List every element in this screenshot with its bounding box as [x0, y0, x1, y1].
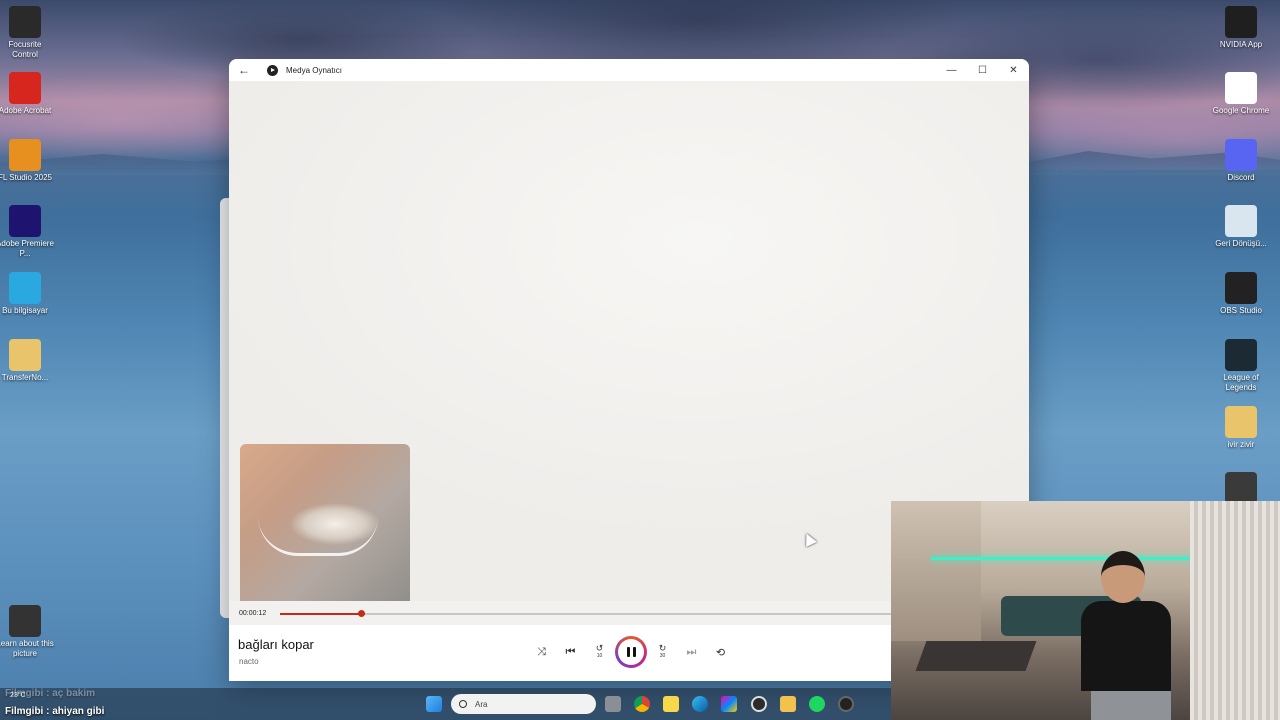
- playback-controls: ⤨ ⏮ ↺ 10 ↻ 30 ⏭ ⟲: [527, 636, 735, 668]
- desktop-shortcut-label: League of Legends: [1223, 373, 1259, 392]
- elapsed-time: 00:00:12: [239, 610, 267, 617]
- webcam-wall: [891, 501, 981, 641]
- album-art[interactable]: [240, 444, 410, 614]
- desktop-shortcut[interactable]: NVIDIA App: [1211, 6, 1271, 50]
- minimize-button[interactable]: —: [936, 59, 967, 81]
- desktop-shortcut-label: OBS Studio: [1220, 306, 1262, 315]
- chrome-icon: [1225, 72, 1257, 104]
- computer-icon: [9, 272, 41, 304]
- sticky-notes-icon[interactable]: [663, 696, 679, 712]
- stream-overlay-line-1: Filmgibi : aç bakim: [5, 688, 96, 699]
- spotify-icon[interactable]: [809, 696, 825, 712]
- rewind-icon: ↺: [595, 643, 604, 653]
- desktop-shortcut-label: TransferNo...: [1, 373, 49, 382]
- search-placeholder: Ara: [475, 699, 488, 709]
- desktop-shortcut[interactable]: League of Legends: [1211, 339, 1271, 393]
- desktop-shortcut-label: Adobe Premiere P...: [0, 239, 54, 258]
- edge-icon[interactable]: [692, 696, 708, 712]
- back-button[interactable]: ←: [229, 63, 259, 77]
- learn-icon: [9, 605, 41, 637]
- desktop-shortcut[interactable]: Google Chrome: [1211, 72, 1271, 116]
- repeat-button[interactable]: ⟲: [706, 636, 735, 668]
- desktop-shortcut-label: Discord: [1227, 173, 1255, 182]
- desktop-shortcut-label: Focusrite Control: [8, 40, 42, 59]
- song-title: bağları kopar: [238, 637, 314, 652]
- folder-icon: [1225, 406, 1257, 438]
- webcam-overlay: [891, 501, 1280, 720]
- pause-button[interactable]: [615, 636, 647, 668]
- desktop-shortcut-label: FL Studio 2025: [0, 173, 52, 182]
- search-icon: [459, 700, 467, 708]
- forward-label: 30: [659, 653, 666, 659]
- seek-thumb[interactable]: [358, 610, 365, 617]
- obs-icon: [1225, 272, 1257, 304]
- desktop-shortcut[interactable]: Focusrite Control: [0, 6, 55, 60]
- webcam-led-strip: [931, 557, 1221, 560]
- desktop-shortcut[interactable]: Adobe Premiere P...: [0, 205, 55, 259]
- media-player-logo-icon: [267, 64, 278, 76]
- desktop-shortcut-label: Adobe Acrobat: [0, 106, 52, 115]
- start-button-icon[interactable]: [426, 696, 442, 712]
- seek-bar[interactable]: [280, 610, 900, 617]
- next-button[interactable]: ⏭: [677, 636, 706, 668]
- maximize-button[interactable]: ☐: [967, 59, 998, 81]
- forward-icon: ↻: [658, 643, 667, 653]
- task-view-icon[interactable]: [605, 696, 621, 712]
- media-player-taskbar-icon[interactable]: [838, 696, 854, 712]
- pause-icon: [618, 639, 644, 665]
- desktop-shortcut[interactable]: Geri Dönüşü...: [1211, 205, 1271, 249]
- discord-icon: [1225, 139, 1257, 171]
- desktop-shortcut-label: Google Chrome: [1212, 106, 1270, 115]
- desktop-shortcut-label: NVIDIA App: [1219, 40, 1263, 49]
- webcam-person: [1081, 541, 1171, 720]
- focusrite-icon: [9, 6, 41, 38]
- league-icon: [1225, 339, 1257, 371]
- forward-30-button[interactable]: ↻ 30: [648, 636, 677, 668]
- nvidia-icon: [1225, 6, 1257, 38]
- premiere-icon: [9, 205, 41, 237]
- desktop-shortcut[interactable]: ivir zivir: [1211, 406, 1271, 450]
- desktop-shortcut[interactable]: TransferNo...: [0, 339, 55, 383]
- copilot-icon[interactable]: [721, 696, 737, 712]
- desktop-shortcut[interactable]: Adobe Acrobat: [0, 72, 55, 116]
- desktop-shortcut[interactable]: Learn about this picture: [0, 605, 55, 659]
- song-artist[interactable]: nacto: [239, 657, 259, 666]
- shuffle-button[interactable]: ⤨: [527, 636, 556, 668]
- seek-bar-fill: [280, 613, 361, 615]
- app-icon: [1225, 472, 1257, 504]
- album-art-detail: [258, 516, 378, 556]
- clock-app-icon[interactable]: [751, 696, 767, 712]
- desktop-shortcut[interactable]: Bu bilgisayar: [0, 272, 55, 316]
- file-explorer-icon[interactable]: [780, 696, 796, 712]
- desktop-shortcut-label: ivir zivir: [1227, 440, 1255, 449]
- fl-studio-icon: [9, 139, 41, 171]
- webcam-table: [915, 641, 1037, 671]
- desktop-shortcut-label: Geri Dönüşü...: [1215, 239, 1267, 248]
- desktop-shortcut-label: Learn about this picture: [0, 639, 54, 658]
- desktop-shortcut[interactable]: FL Studio 2025: [0, 139, 55, 183]
- taskbar-search[interactable]: Ara: [451, 694, 596, 714]
- rewind-10-button[interactable]: ↺ 10: [585, 636, 614, 668]
- window-title: Medya Oynatıcı: [286, 65, 343, 75]
- taskbar: 23°C Ara: [0, 688, 891, 720]
- desktop-shortcut-label: Bu bilgisayar: [2, 306, 48, 315]
- folder-icon: [9, 339, 41, 371]
- rewind-label: 10: [596, 653, 603, 659]
- desktop-shortcut[interactable]: OBS Studio: [1211, 272, 1271, 316]
- chrome-taskbar-icon[interactable]: [634, 696, 650, 712]
- acrobat-icon: [9, 72, 41, 104]
- stream-overlay-line-2: Filmgibi : ahiyan gibi: [5, 706, 105, 717]
- close-button[interactable]: ✕: [998, 59, 1029, 81]
- title-bar: ← Medya Oynatıcı — ☐ ✕: [229, 59, 1029, 81]
- desktop-shortcut[interactable]: Discord: [1211, 139, 1271, 183]
- recycle-bin-icon: [1225, 205, 1257, 237]
- webcam-curtain: [1190, 501, 1280, 720]
- previous-button[interactable]: ⏮: [556, 636, 585, 668]
